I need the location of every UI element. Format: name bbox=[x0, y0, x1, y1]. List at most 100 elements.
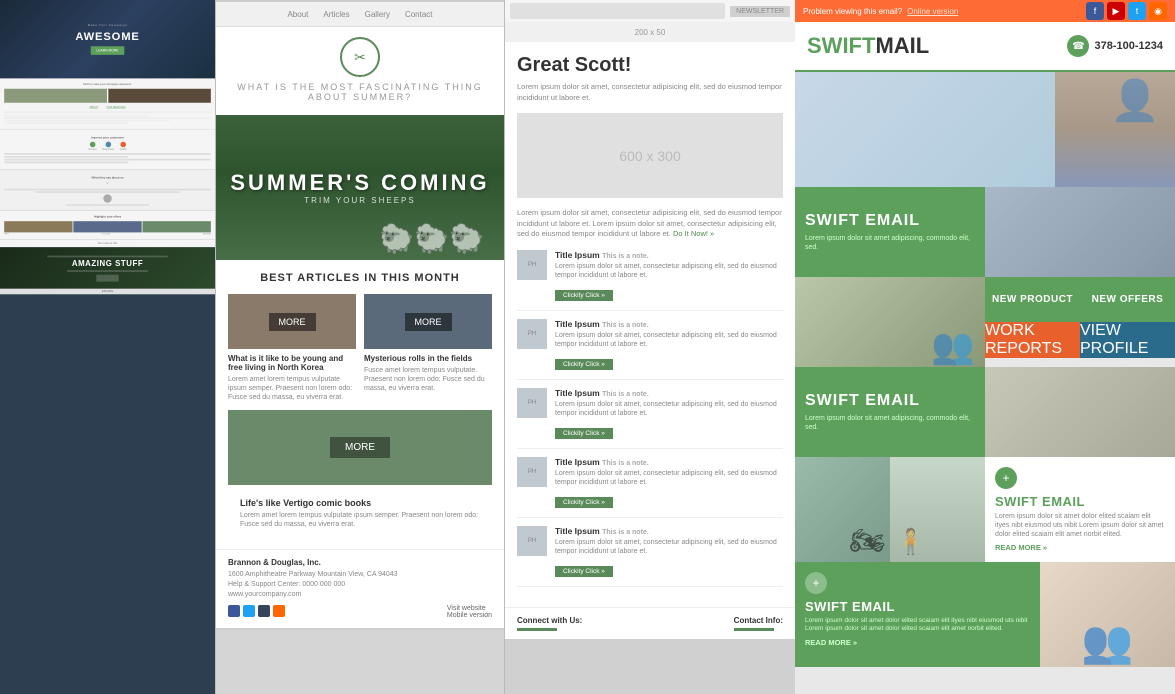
items-list: PH Title Ipsum This is a note. Lorem ips… bbox=[517, 250, 783, 588]
article2: MORE Mysterious rolls in the fields Fusc… bbox=[364, 294, 492, 402]
swift-email-text2: Lorem ipsum dolor sit amet adipiscing, c… bbox=[805, 414, 975, 432]
summer-hero: SUMMER'S COMING TRIM YOUR SHEEPS 🐑🐑🐑 bbox=[216, 115, 504, 260]
big-section1: 🏍 🧍 + SWIFT EMAIL Lorem ipsum dolor sit … bbox=[795, 457, 1175, 562]
articles-section: BEST ARTICLES IN THIS MONTH MORE What is… bbox=[216, 260, 504, 549]
swiftmail-header: SWIFTMAIL ☎ 378-100-1234 bbox=[795, 22, 1175, 72]
contact-underline bbox=[734, 628, 774, 631]
item-thumb: PH bbox=[517, 526, 547, 556]
article2-more[interactable]: MORE bbox=[405, 313, 452, 331]
phone-icon: ☎ bbox=[1067, 35, 1089, 57]
hero-title: AWESOME bbox=[75, 30, 139, 43]
testimonial-label: What they say about us bbox=[4, 176, 211, 180]
quality-icon-label: Quality bbox=[120, 148, 127, 151]
new-product-btn[interactable]: NEW PRODUCT bbox=[985, 277, 1080, 322]
item-btn[interactable]: Clickity Click » bbox=[555, 359, 613, 370]
social-fb[interactable] bbox=[228, 605, 240, 617]
item-title: Title Ipsum This is a note. bbox=[555, 457, 783, 467]
main-content: Great Scott! Lorem ipsum dolor sit amet,… bbox=[505, 42, 795, 607]
new-offers-btn[interactable]: NEW OFFERS bbox=[1080, 277, 1175, 322]
topbar-link2[interactable]: Articles bbox=[323, 10, 349, 19]
item-text: Lorem ipsum dolor sit amet, consectetur … bbox=[555, 262, 783, 280]
hero-btn[interactable]: LEARN MORE bbox=[91, 46, 124, 55]
read-more-link1[interactable]: READ MORE » bbox=[995, 543, 1165, 552]
services-link[interactable]: OUR SERVICES bbox=[107, 106, 126, 109]
hero-section: 👤 bbox=[795, 72, 1175, 187]
item-btn[interactable]: Clickity Click » bbox=[555, 566, 613, 577]
offer-label2: CHOICES bbox=[101, 233, 110, 235]
twitter-btn[interactable]: t bbox=[1128, 2, 1146, 20]
panel2-summer: About Articles Gallery Contact ✂ WHAT IS… bbox=[215, 0, 505, 694]
youtube-btn[interactable]: ▶ bbox=[1107, 2, 1125, 20]
work-reports-btn[interactable]: WORK REPORTS bbox=[985, 322, 1080, 358]
social-rs[interactable] bbox=[273, 605, 285, 617]
hero-summer-sub: TRIM YOUR SHEEPS bbox=[230, 196, 489, 205]
impress-title: Impress your customers bbox=[4, 136, 211, 140]
topbar-link4[interactable]: Contact bbox=[405, 10, 433, 19]
vertigo-title: Life's like Vertigo comic books bbox=[240, 498, 480, 508]
article1-more[interactable]: MORE bbox=[269, 313, 316, 331]
grid-img2 bbox=[985, 367, 1175, 457]
grid-row3: SWIFT EMAIL Lorem ipsum dolor sit amet a… bbox=[795, 367, 1175, 457]
article2-title: Mysterious rolls in the fields bbox=[364, 354, 492, 363]
view-profile-btn[interactable]: VIEW PROFILE bbox=[1080, 322, 1175, 358]
responsive-icon-label: Responsive bbox=[102, 148, 114, 151]
banner-area: 200 x 50 bbox=[505, 22, 795, 42]
newsletter-btn[interactable]: NEWSLETTER bbox=[730, 6, 790, 17]
grid-img1 bbox=[985, 187, 1175, 277]
connect-label: Connect with Us: bbox=[517, 616, 582, 625]
full-more-btn[interactable]: MORE bbox=[330, 437, 390, 458]
item-title: Title Ipsum This is a note. bbox=[555, 388, 783, 398]
swift-email-text4: Lorem ipsum dolor sit amet dolor elited … bbox=[805, 617, 1030, 634]
article1-img: MORE bbox=[228, 294, 356, 349]
two-col-articles: MORE What is it like to be young and fre… bbox=[228, 294, 492, 402]
read-more-link2[interactable]: READ MORE » bbox=[805, 638, 1030, 647]
facebook-btn[interactable]: f bbox=[1086, 2, 1104, 20]
item-content: Title Ipsum This is a note. Lorem ipsum … bbox=[555, 250, 783, 302]
bottom-swift-card: + SWIFT EMAIL Lorem ipsum dolor sit amet… bbox=[795, 562, 1040, 667]
item-content: Title Ipsum This is a note. Lorem ipsum … bbox=[555, 319, 783, 371]
swift-email-title4: SWIFT EMAIL bbox=[805, 599, 1030, 614]
item-content: Title Ipsum This is a note. Lorem ipsum … bbox=[555, 388, 783, 440]
topbar-link1[interactable]: About bbox=[287, 10, 308, 19]
item-title: Title Ipsum This is a note. bbox=[555, 319, 783, 329]
summer-logo: ✂ bbox=[340, 37, 380, 77]
phone-number: 378-100-1234 bbox=[1094, 40, 1163, 52]
item-title: Title Ipsum This is a note. bbox=[555, 526, 783, 536]
intro-text: Lorem ipsum dolor sit amet, consectetur … bbox=[517, 82, 783, 103]
social-tu[interactable] bbox=[258, 605, 270, 617]
article1: MORE What is it like to be young and fre… bbox=[228, 294, 356, 402]
topbar-link3[interactable]: Gallery bbox=[365, 10, 390, 19]
visit-website[interactable]: Visit website bbox=[447, 605, 492, 612]
address-bar[interactable] bbox=[510, 3, 725, 19]
swift-email-card1: SWIFT EMAIL Lorem ipsum dolor sit amet a… bbox=[795, 187, 985, 277]
mobile-version[interactable]: Mobile version bbox=[447, 612, 492, 619]
placeholder-size-text: 600 x 300 bbox=[619, 148, 681, 164]
full-width-img: MORE bbox=[228, 410, 492, 485]
highlight-title: Highlight your offers bbox=[4, 215, 211, 219]
big-content1: + SWIFT EMAIL Lorem ipsum dolor sit amet… bbox=[985, 457, 1175, 562]
offer-label3: NATURE bbox=[203, 233, 211, 235]
great-scott-headline: Great Scott! bbox=[517, 54, 783, 77]
panel4-swiftmail: Problem viewing this email? Online versi… bbox=[795, 0, 1175, 694]
swift-email-text3: Lorem ipsum dolor sit amet dolor elited … bbox=[995, 512, 1165, 539]
item-btn[interactable]: Clickity Click » bbox=[555, 428, 613, 439]
newsletter-content: 200 x 50 Great Scott! Lorem ipsum dolor … bbox=[505, 22, 795, 639]
banner-size: 200 x 50 bbox=[635, 28, 666, 37]
rss-btn[interactable]: ◉ bbox=[1149, 2, 1167, 20]
about-link[interactable]: ABOUT bbox=[89, 106, 98, 109]
social-buttons-top: f ▶ t ◉ bbox=[1086, 2, 1167, 20]
item-text: Lorem ipsum dolor sit amet, consectetur … bbox=[555, 469, 783, 487]
problem-bar: Problem viewing this email? Online versi… bbox=[795, 0, 1175, 22]
social-tw[interactable] bbox=[243, 605, 255, 617]
company-name: Brannon & Douglas, Inc. bbox=[228, 558, 492, 567]
no-wait-text: Don't wait for this bbox=[0, 240, 215, 248]
item-btn[interactable]: Clickity Click » bbox=[555, 497, 613, 508]
item-btn[interactable]: Clickity Click » bbox=[555, 290, 613, 301]
bottom-right-img: 👥 bbox=[1040, 562, 1175, 667]
online-version-link[interactable]: Online version bbox=[907, 7, 958, 16]
do-it-now-link[interactable]: Do It Now! » bbox=[673, 229, 714, 238]
grid-row1: SWIFT EMAIL Lorem ipsum dolor sit amet a… bbox=[795, 187, 1175, 277]
connect-underline bbox=[517, 628, 557, 631]
swift-email-title1: SWIFT EMAIL bbox=[805, 212, 975, 230]
logo-mail: MAIL bbox=[875, 33, 929, 58]
